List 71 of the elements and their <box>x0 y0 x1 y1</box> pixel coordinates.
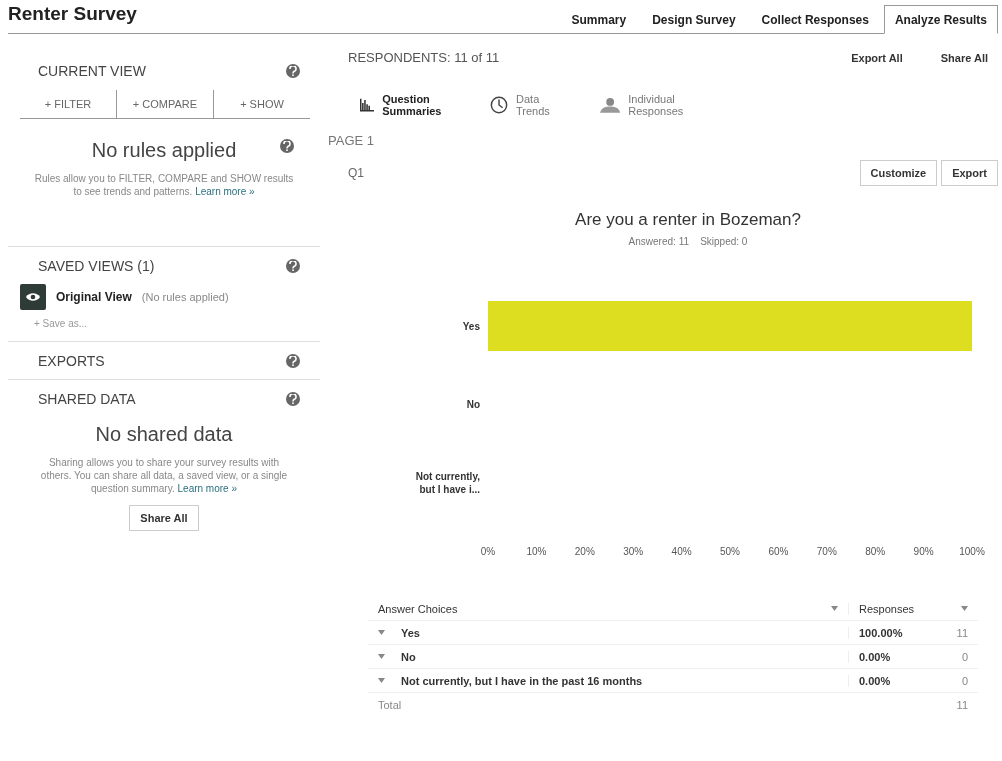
caret-icon[interactable] <box>961 606 968 611</box>
view-tab[interactable]: Question Summaries <box>360 93 460 117</box>
survey-title: Renter Survey <box>8 3 137 25</box>
header-action-link[interactable]: Export All <box>851 51 903 64</box>
tick-label: 30% <box>623 546 644 557</box>
caret-icon[interactable] <box>378 630 385 635</box>
header-action-link[interactable]: Share All <box>940 51 988 64</box>
response-percent: 100.00% <box>848 626 936 639</box>
tick-label: 0% <box>480 546 496 557</box>
category-label: Yes <box>462 321 480 332</box>
category-label: No <box>466 399 480 410</box>
total-label: Total <box>377 699 403 711</box>
person-icon <box>600 95 621 115</box>
empty-title: No rules applied <box>91 139 237 162</box>
tick-label: 70% <box>816 546 837 557</box>
help-icon[interactable] <box>286 258 300 273</box>
tick-label: 20% <box>574 546 595 557</box>
answer-choice: No <box>368 650 848 663</box>
help-icon[interactable] <box>286 64 300 78</box>
tick-label: 50% <box>720 546 740 557</box>
question-title: Are you a renter in Bozeman? <box>574 209 802 231</box>
share-all-button[interactable]: Share All <box>129 505 199 531</box>
tick-label: 100% <box>959 546 985 557</box>
help-text: Sharing allows you to share your survey results with others. You can share all data, a saved view, or a single question summary. Learn more » <box>39 456 289 495</box>
page-label: PAGE 1 <box>328 132 375 148</box>
rule-action-button[interactable]: + FILTER <box>20 90 117 118</box>
nav-tab[interactable]: Analyze Results <box>883 5 998 34</box>
tick-label: 90% <box>913 546 934 557</box>
section-heading: SHARED DATA <box>38 390 136 407</box>
help-icon[interactable] <box>280 139 294 153</box>
saved-view-name[interactable]: Original View <box>56 290 132 304</box>
empty-title: No shared data <box>95 423 233 446</box>
rule-action-button[interactable]: + SHOW <box>214 90 310 118</box>
column-header[interactable]: Responses <box>848 602 978 615</box>
question-action-button[interactable]: Customize <box>859 160 938 186</box>
caret-icon[interactable] <box>831 606 838 611</box>
learn-more-link[interactable]: Learn more » <box>177 483 237 494</box>
help-icon[interactable] <box>286 353 300 368</box>
rule-action-button[interactable]: + COMPARE <box>117 90 214 118</box>
response-count: 11 <box>955 626 969 639</box>
question-action-button[interactable]: Export <box>941 160 998 186</box>
column-header[interactable]: Answer Choices <box>368 602 848 615</box>
tick-label: 60% <box>768 546 789 557</box>
answer-stats: Answered: 11 Skipped: 0 <box>627 236 749 247</box>
respondents-count: RESPONDENTS: 11 of 11 <box>347 50 500 65</box>
view-tab[interactable]: Data Trends <box>490 93 570 117</box>
response-count: 0 <box>960 674 969 687</box>
learn-more-link[interactable]: Learn more » <box>195 186 255 197</box>
bar-chart-icon <box>360 96 375 114</box>
response-percent: 0.00% <box>848 650 936 663</box>
clock-icon <box>490 95 508 115</box>
help-icon[interactable] <box>286 391 300 406</box>
eye-icon[interactable] <box>20 284 46 310</box>
saved-view-note: (No rules applied) <box>141 291 229 303</box>
caret-icon[interactable] <box>378 654 385 659</box>
tick-label: 40% <box>671 546 692 557</box>
total-count: 11 <box>955 699 969 711</box>
response-percent: 0.00% <box>848 674 936 687</box>
tick-label: 80% <box>865 546 886 557</box>
section-heading: SAVED VIEWS (1) <box>38 257 155 274</box>
answer-choice: Not currently, but I have in the past 16 months <box>368 674 848 687</box>
help-text: Rules allow you to FILTER, COMPARE and SHOW results to see trends and patterns. Learn more » <box>33 172 295 198</box>
view-tab[interactable]: Individual Responses <box>600 93 710 117</box>
tick-label: 10% <box>526 546 547 557</box>
answer-choice: Yes <box>368 626 848 639</box>
response-count: 0 <box>960 650 969 663</box>
caret-icon[interactable] <box>378 678 385 683</box>
question-number: Q1 <box>347 166 364 180</box>
category-label: Not currently, but I have i... <box>415 471 480 495</box>
section-heading: CURRENT VIEW <box>38 63 146 79</box>
section-heading: EXPORTS <box>38 352 105 369</box>
